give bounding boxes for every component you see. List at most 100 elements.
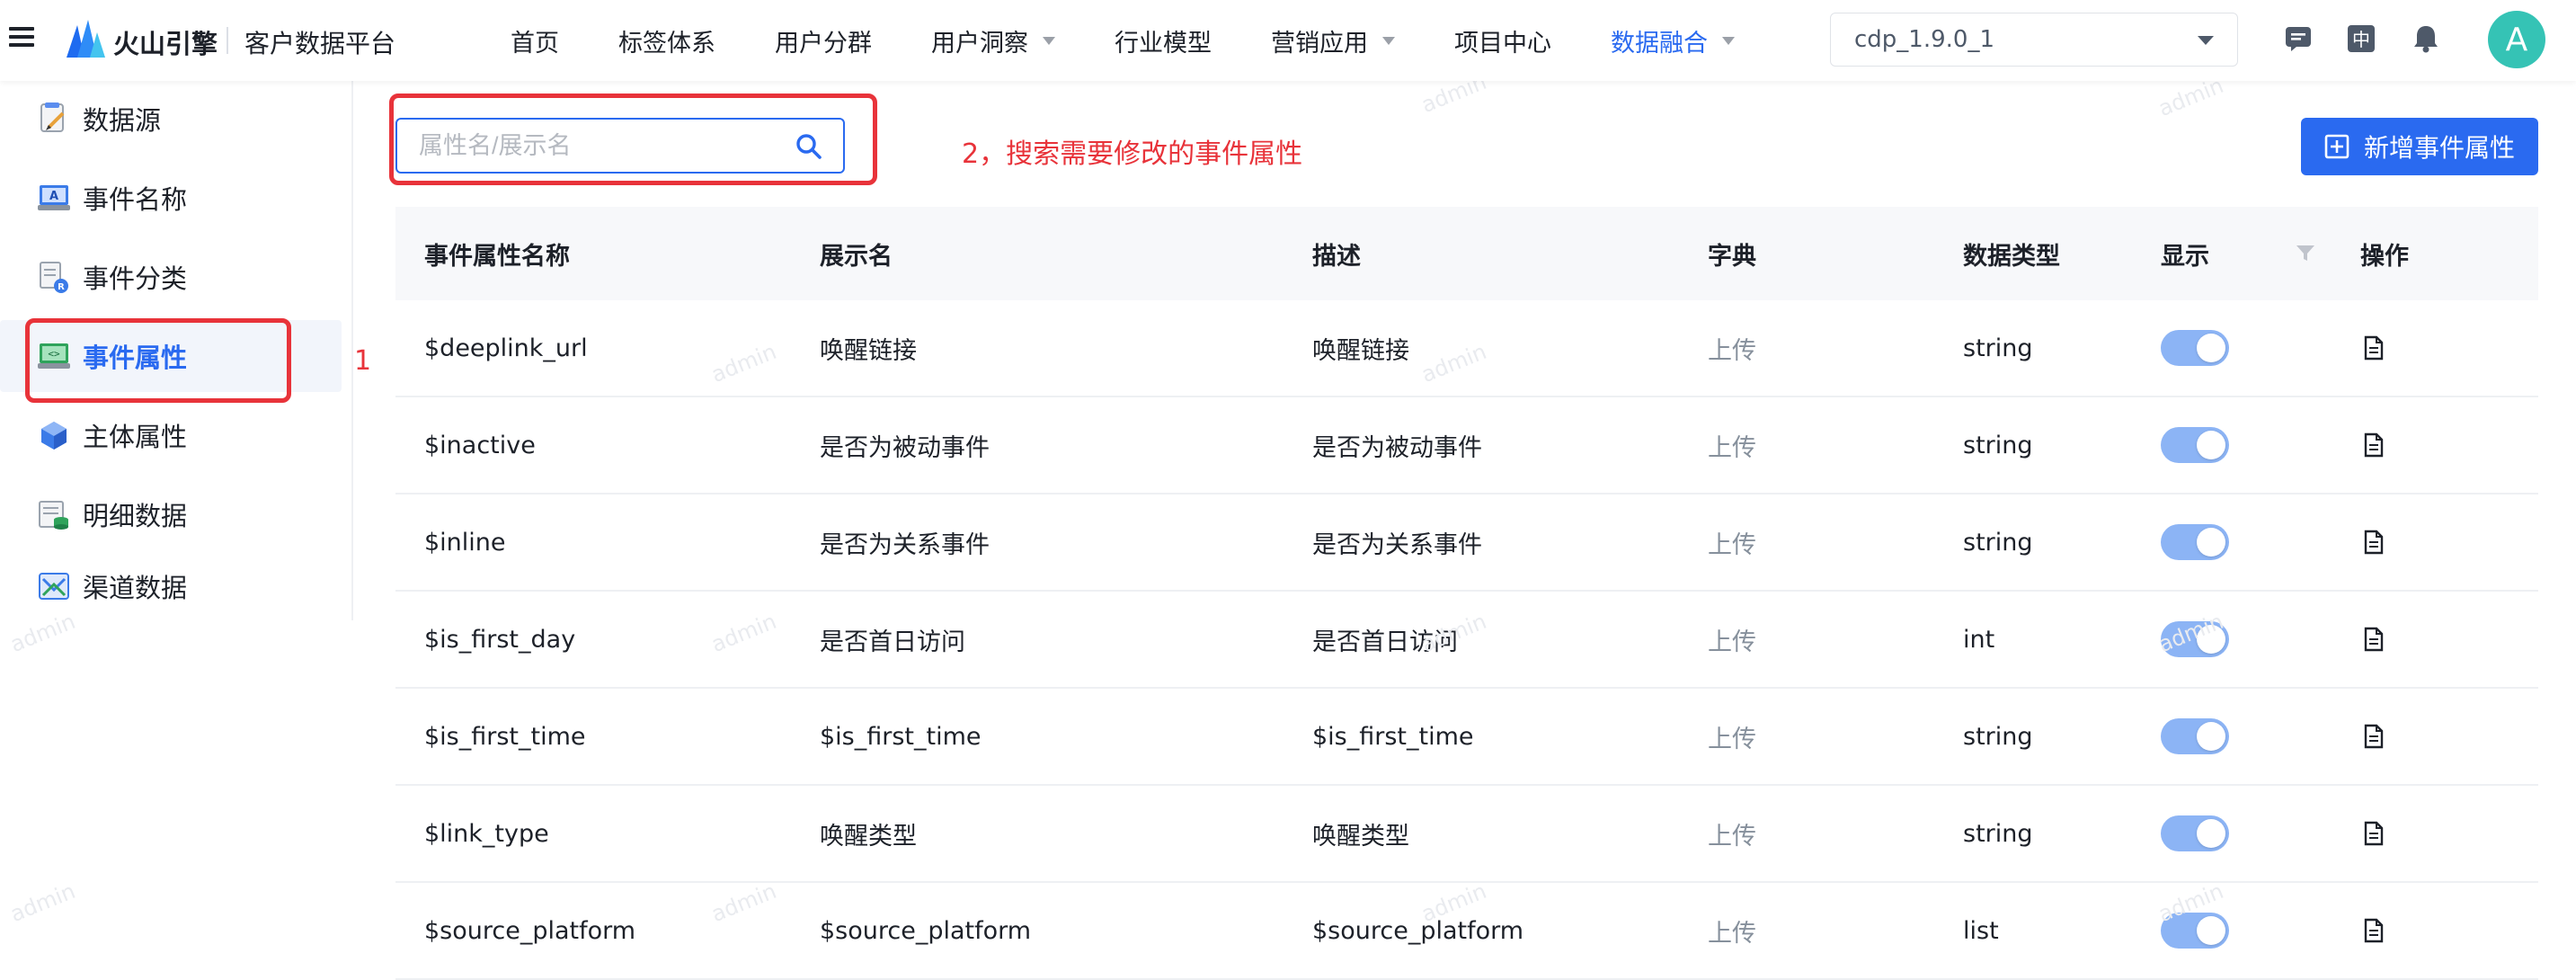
cell-display-name: $is_first_time	[820, 722, 982, 751]
nav-label: 数据融合	[1611, 29, 1708, 58]
nav-label: 标签体系	[618, 29, 715, 58]
nav-label: 首页	[511, 29, 559, 58]
document-icon[interactable]	[2362, 335, 2385, 361]
table-row: $inactive 是否为被动事件 是否为被动事件 上传 string	[395, 397, 2538, 494]
sidebar-item-data-source[interactable]: 数据源	[0, 83, 342, 155]
document-icon[interactable]	[2362, 530, 2385, 555]
toggle-knob	[2197, 819, 2225, 848]
filter-icon[interactable]	[2294, 241, 2317, 264]
cell-description: 是否为被动事件	[1312, 433, 1482, 462]
svg-text:R: R	[58, 282, 65, 292]
sidebar-item-event-name[interactable]: A 事件名称	[0, 162, 342, 234]
svg-text:A: A	[49, 190, 58, 203]
table-row: $is_first_day 是否首日访问 是否首日访问 上传 int	[395, 592, 2538, 689]
table-row: $deeplink_url 唤醒链接 唤醒链接 上传 string	[395, 300, 2538, 397]
cell-data-type: string	[1963, 819, 2033, 848]
user-avatar[interactable]: A	[2488, 11, 2545, 68]
event-property-icon: <>	[38, 343, 70, 369]
event-category-icon: R	[40, 262, 68, 293]
visible-toggle[interactable]	[2161, 330, 2229, 366]
cell-visible	[2161, 689, 2229, 784]
document-icon[interactable]	[2362, 627, 2385, 652]
cell-description: 唤醒链接	[1312, 336, 1409, 365]
cell-property-name: $inactive	[424, 431, 536, 459]
cell-description: 唤醒类型	[1312, 822, 1409, 851]
document-icon[interactable]	[2362, 918, 2385, 943]
document-icon[interactable]	[2362, 724, 2385, 749]
sidebar-item-label: 事件分类	[83, 263, 188, 294]
nav-label: 用户分群	[775, 29, 872, 58]
nav-item-data-fusion[interactable]: 数据融合	[1611, 23, 1735, 58]
chevron-down-icon	[1722, 36, 1735, 45]
sidebar-item-detail-data[interactable]: 明细数据	[0, 478, 342, 550]
sidebar-item-event-category[interactable]: R 事件分类	[0, 241, 342, 313]
nav-item-marketing[interactable]: 营销应用	[1271, 23, 1395, 58]
visible-toggle[interactable]	[2161, 718, 2229, 754]
nav-item-home[interactable]: 首页	[511, 23, 559, 58]
language-icon[interactable]: 中	[2346, 23, 2376, 54]
column-header-dictionary: 字典	[1708, 242, 1756, 271]
add-event-property-button[interactable]: 新增事件属性	[2301, 118, 2538, 175]
annotation-step2: 2，搜索需要修改的事件属性	[962, 138, 1303, 170]
chevron-down-icon	[1043, 36, 1055, 45]
cell-actions	[2362, 592, 2385, 687]
cell-data-type: string	[1963, 334, 2033, 362]
cell-property-name: $source_platform	[424, 916, 636, 945]
nav-label: 用户洞察	[931, 29, 1028, 58]
cell-property-name: $is_first_time	[424, 722, 586, 751]
sidebar-item-subject-property[interactable]: 主体属性	[0, 399, 342, 471]
bell-icon[interactable]	[2411, 23, 2441, 54]
nav-item-tag-system[interactable]: 标签体系	[618, 23, 715, 58]
visible-toggle[interactable]	[2161, 815, 2229, 851]
table-row: $inline 是否为关系事件 是否为关系事件 上传 string	[395, 494, 2538, 592]
search-field[interactable]	[395, 118, 845, 174]
sidebar-item-label: 主体属性	[83, 422, 188, 452]
column-header-visible: 显示	[2161, 242, 2209, 271]
visible-toggle[interactable]	[2161, 524, 2229, 560]
nav-item-user-insight[interactable]: 用户洞察	[931, 23, 1055, 58]
cell-visible	[2161, 494, 2229, 590]
cell-visible	[2161, 883, 2229, 978]
cell-actions	[2362, 300, 2385, 396]
nav-label: 营销应用	[1271, 29, 1368, 58]
search-icon[interactable]	[795, 132, 823, 161]
cell-display-name: 是否为被动事件	[820, 433, 990, 462]
visible-toggle[interactable]	[2161, 913, 2229, 949]
subject-property-icon	[41, 422, 67, 450]
column-header-display: 展示名	[820, 242, 893, 271]
cell-dictionary: 上传	[1708, 530, 1756, 559]
language-label: 中	[2352, 29, 2370, 50]
platform-name: 客户数据平台	[244, 29, 396, 58]
toggle-knob	[2197, 431, 2225, 459]
cell-display-name: 唤醒链接	[820, 336, 917, 365]
version-value: cdp_1.9.0_1	[1854, 26, 1994, 53]
event-name-icon: A	[38, 185, 70, 210]
document-icon[interactable]	[2362, 432, 2385, 458]
menu-icon[interactable]	[9, 27, 34, 50]
nav-item-project-center[interactable]: 项目中心	[1454, 23, 1551, 58]
cell-description: 是否为关系事件	[1312, 530, 1482, 559]
watermark: admin	[6, 878, 79, 928]
sidebar-item-channel-data[interactable]: 渠道数据	[0, 550, 342, 622]
visible-toggle[interactable]	[2161, 427, 2229, 463]
cell-data-type: int	[1963, 625, 1995, 654]
sidebar-item-label: 渠道数据	[83, 573, 188, 603]
message-icon[interactable]	[2283, 23, 2314, 54]
sidebar-item-event-property[interactable]: <> 事件属性	[0, 320, 342, 392]
toggle-knob	[2197, 916, 2225, 945]
cell-description: $is_first_time	[1312, 722, 1474, 751]
cell-data-type: list	[1963, 916, 1999, 945]
chevron-down-icon	[1382, 36, 1395, 45]
svg-text:<>: <>	[48, 348, 60, 360]
cell-dictionary: 上传	[1708, 919, 1756, 948]
search-input[interactable]	[419, 131, 778, 160]
detail-data-icon	[39, 501, 68, 530]
cell-dictionary: 上传	[1708, 822, 1756, 851]
document-icon[interactable]	[2362, 821, 2385, 846]
visible-toggle[interactable]	[2161, 621, 2229, 657]
toggle-knob	[2197, 625, 2225, 654]
nav-item-industry-model[interactable]: 行业模型	[1115, 23, 1212, 58]
cell-data-type: string	[1963, 431, 2033, 459]
nav-item-user-segment[interactable]: 用户分群	[775, 23, 872, 58]
version-select[interactable]: cdp_1.9.0_1	[1830, 13, 2238, 67]
